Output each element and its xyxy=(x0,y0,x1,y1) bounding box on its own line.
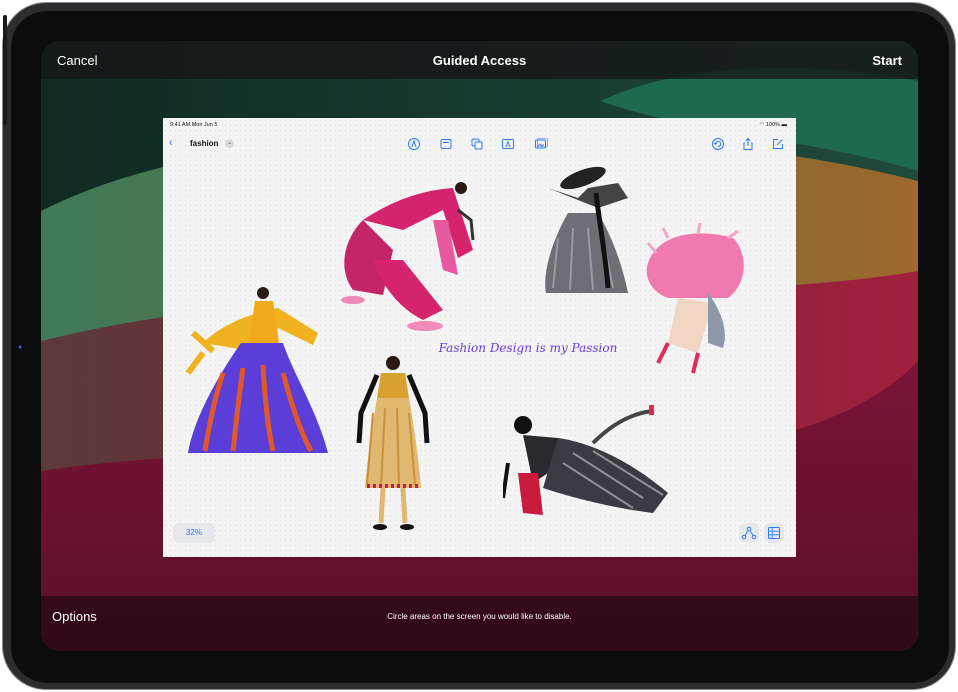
status-battery: ◠ 100% ▬ xyxy=(760,122,787,128)
connector-icon[interactable] xyxy=(739,523,759,543)
media-icon[interactable] xyxy=(534,137,548,151)
side-indicator-dot: ● xyxy=(18,344,23,351)
status-bar: 9:41 AM Mon Jun 5 ◠ 100% ▬ xyxy=(163,118,796,132)
freeform-toolbar: ‹ fashion ⌄ xyxy=(163,134,796,154)
back-chevron-icon[interactable]: ‹ xyxy=(169,137,173,149)
side-button xyxy=(3,15,7,125)
battery-level: 100% xyxy=(765,122,780,128)
shapes-icon[interactable] xyxy=(470,137,484,151)
illustration-pink-feather-dress xyxy=(646,223,744,374)
document-title[interactable]: fashion xyxy=(190,139,218,148)
zoom-level-button[interactable]: 32% xyxy=(173,523,215,543)
text-box-icon[interactable] xyxy=(501,137,515,151)
illustration-gold-dress xyxy=(356,356,430,530)
note-icon[interactable] xyxy=(439,137,453,151)
battery-icon: ▬ xyxy=(781,122,788,128)
canvas-caption: Fashion Design is my Passion xyxy=(438,341,618,355)
illustration-orange-blue-gown xyxy=(185,287,328,453)
app-screenshot-preview[interactable]: 9:41 AM Mon Jun 5 ◠ 100% ▬ ‹ fashion ⌄ F… xyxy=(163,118,796,557)
screen: Cancel Guided Access Start 9:41 AM Mon J… xyxy=(41,41,918,651)
undo-icon[interactable] xyxy=(711,137,725,151)
start-button[interactable]: Start xyxy=(872,53,902,68)
share-icon[interactable] xyxy=(741,137,755,151)
guided-access-hint: Circle areas on the screen you would lik… xyxy=(387,612,572,621)
illustration-black-gown xyxy=(503,405,668,515)
guided-access-bottom-bar: Options Circle areas on the screen you w… xyxy=(41,596,918,651)
pen-icon[interactable] xyxy=(407,137,421,151)
guided-access-top-bar: Cancel Guided Access Start xyxy=(41,41,918,79)
wifi-icon: ◠ xyxy=(759,122,765,128)
grid-view-icon[interactable] xyxy=(764,523,784,543)
chevron-down-icon[interactable]: ⌄ xyxy=(225,139,234,148)
compose-icon[interactable] xyxy=(771,137,785,151)
illustration-magenta-dancer xyxy=(341,182,475,331)
illustration-grey-gown xyxy=(545,166,628,293)
guided-access-title: Guided Access xyxy=(432,53,527,68)
status-time: 9:41 AM Mon Jun 5 xyxy=(170,122,218,128)
